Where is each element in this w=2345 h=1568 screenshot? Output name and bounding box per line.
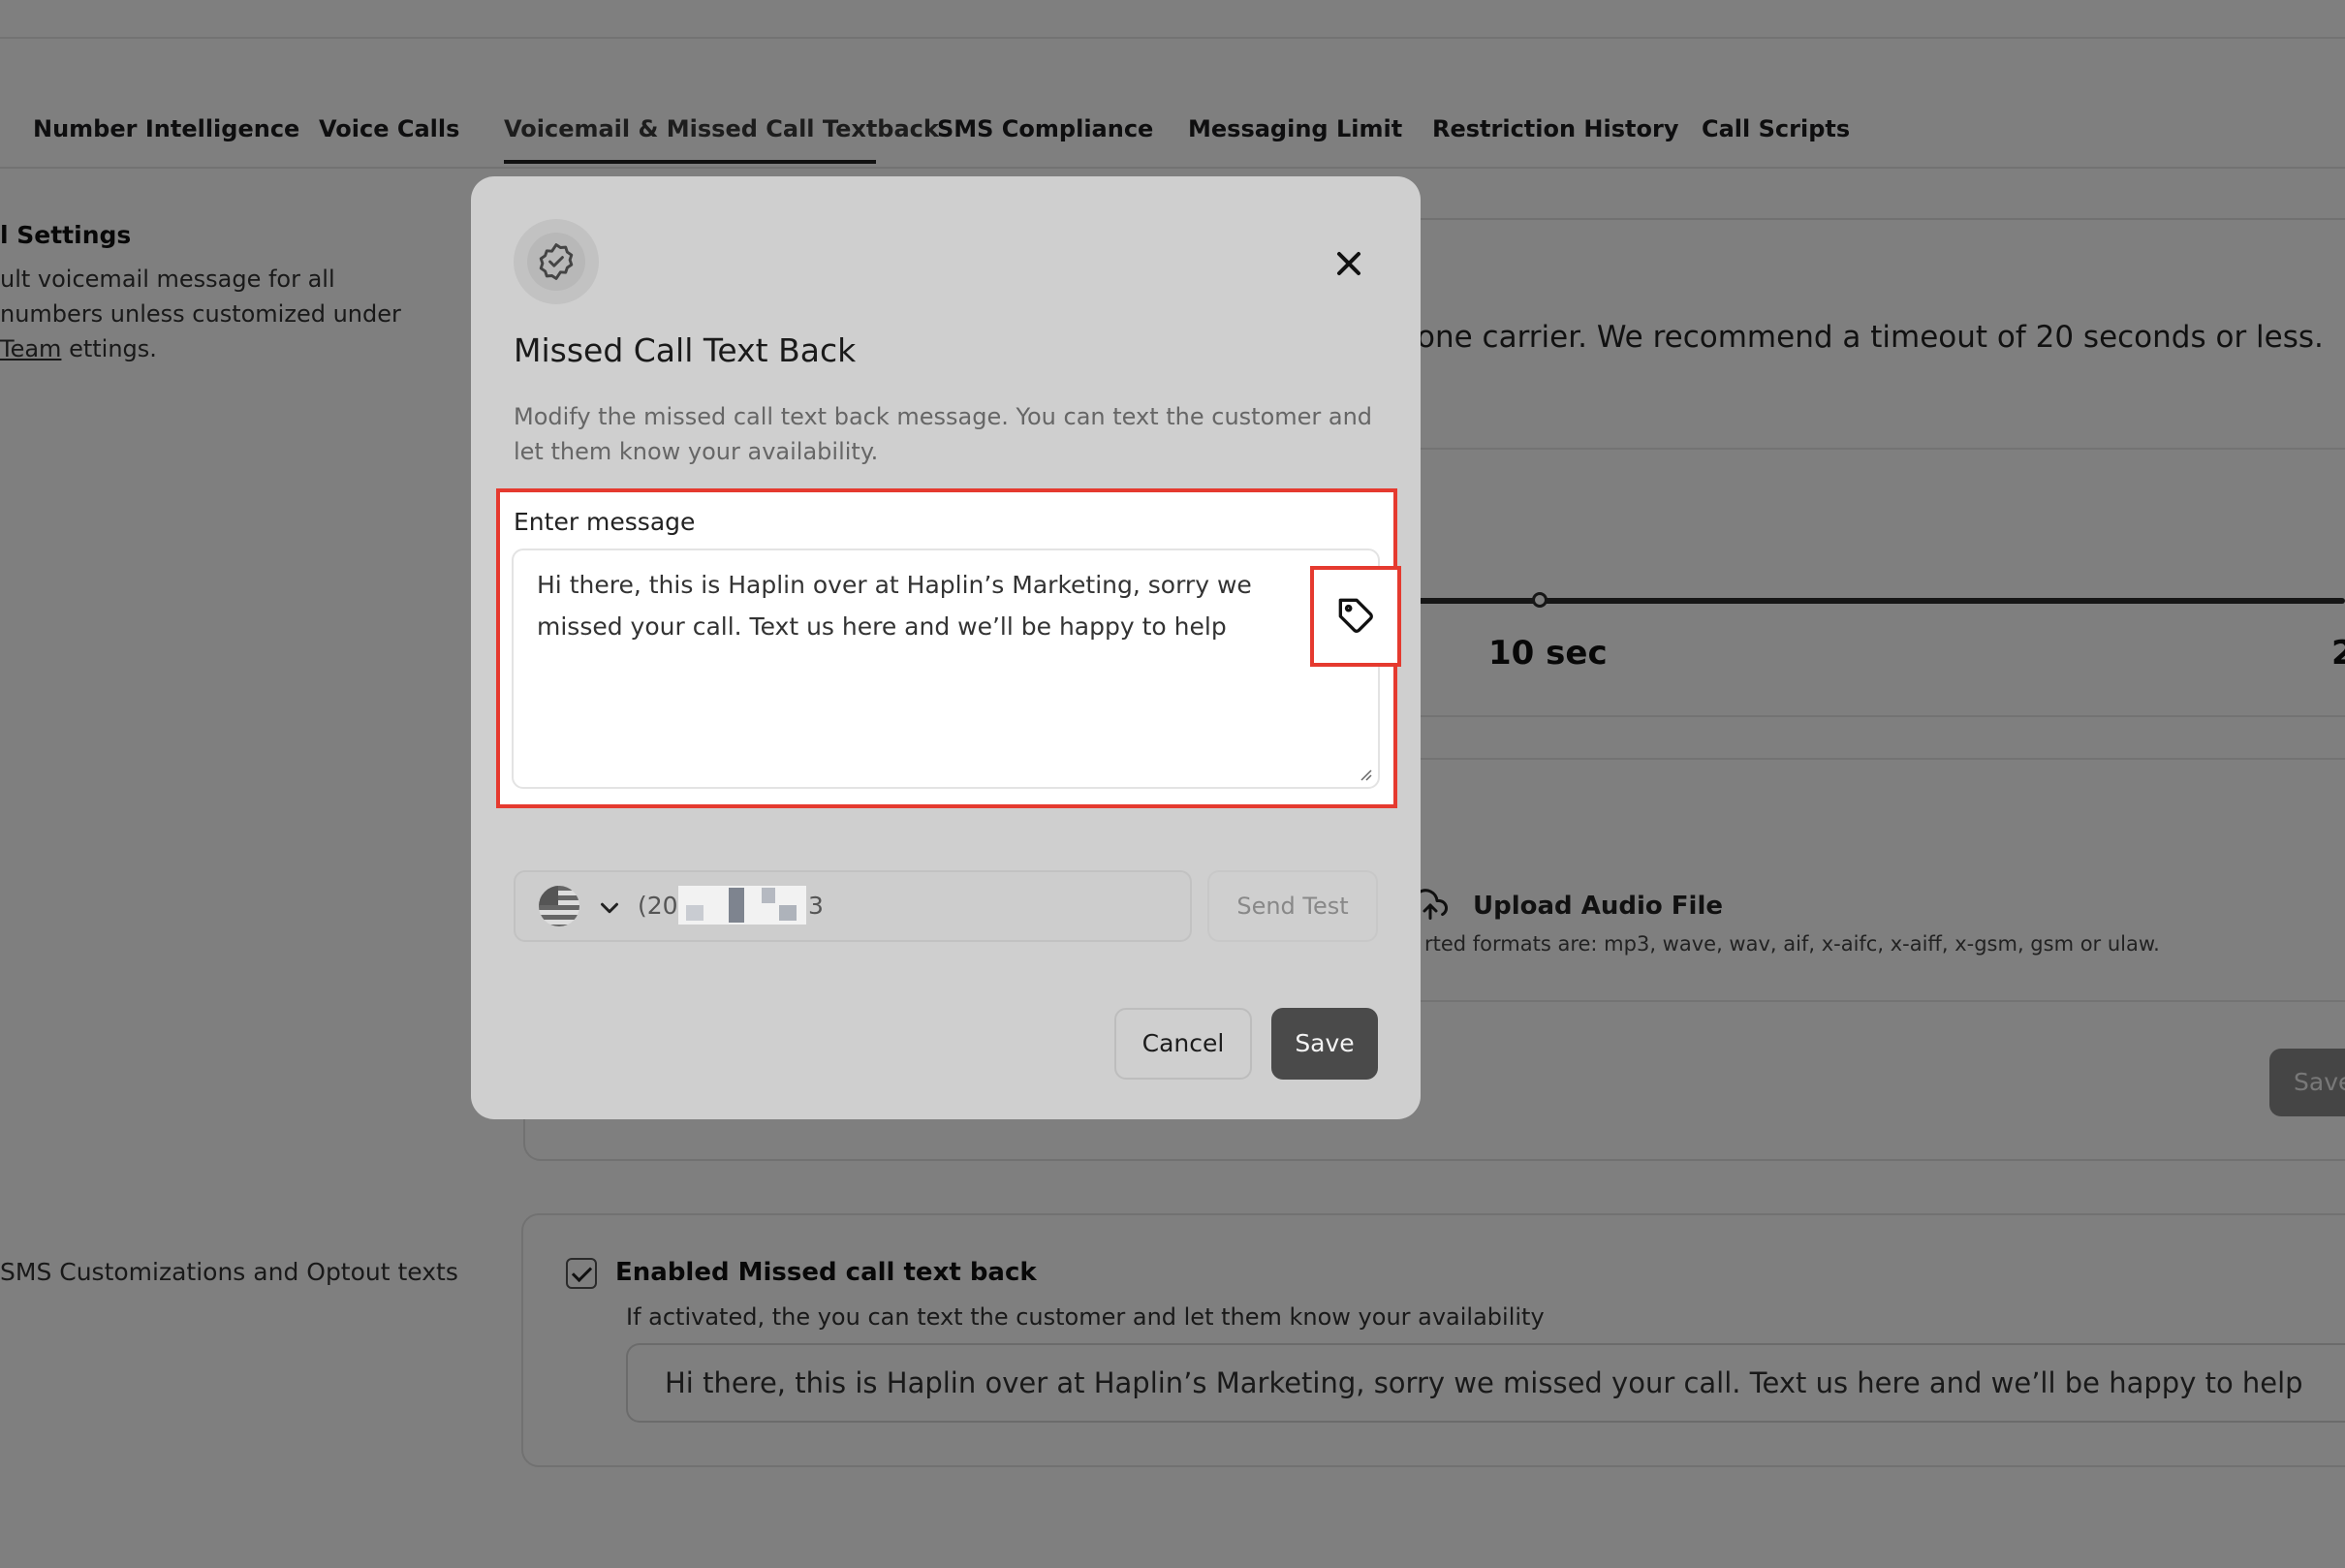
resize-handle-icon[interactable] bbox=[1359, 768, 1372, 781]
message-section: Enter message Hi there, this is Haplin o… bbox=[496, 488, 1401, 808]
badge-check-icon bbox=[539, 243, 574, 280]
close-icon[interactable] bbox=[1329, 244, 1368, 283]
phone-number-suffix: 3 bbox=[808, 892, 824, 920]
us-flag-icon[interactable] bbox=[539, 886, 579, 926]
modal-description: Modify the missed call text back message… bbox=[514, 403, 1373, 465]
test-phone-input[interactable]: (20 3 bbox=[514, 870, 1192, 942]
phone-number-prefix: (20 bbox=[638, 892, 678, 920]
message-text: Hi there, this is Haplin over at Haplin’… bbox=[537, 571, 1252, 641]
modal-header-icon bbox=[514, 219, 599, 304]
send-test-button[interactable]: Send Test bbox=[1207, 870, 1378, 942]
redacted-phone-digits bbox=[678, 886, 806, 925]
modal-title: Missed Call Text Back bbox=[514, 331, 857, 369]
chevron-down-icon[interactable] bbox=[595, 894, 624, 923]
modal-header-icon-inner bbox=[527, 233, 585, 291]
tag-icon bbox=[1338, 598, 1373, 633]
message-label: Enter message bbox=[514, 508, 696, 536]
cancel-button[interactable]: Cancel bbox=[1114, 1008, 1252, 1080]
missed-call-text-back-modal: Missed Call Text Back Modify the missed … bbox=[471, 176, 1421, 1119]
insert-tag-button[interactable] bbox=[1310, 566, 1401, 667]
message-textarea[interactable]: Hi there, this is Haplin over at Haplin’… bbox=[512, 549, 1380, 789]
save-button[interactable]: Save bbox=[1271, 1008, 1378, 1080]
